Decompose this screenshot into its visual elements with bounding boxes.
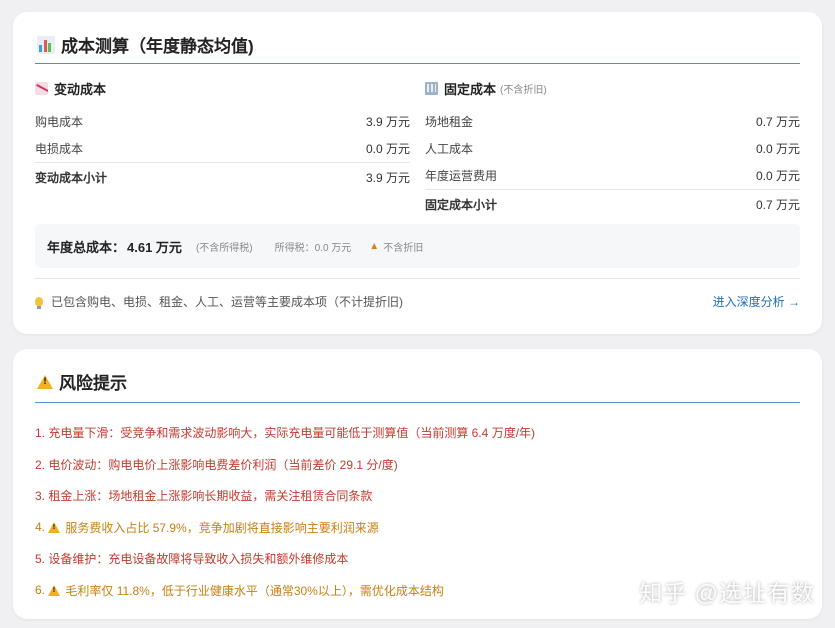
cost-card: 成本测算（年度静态均值) 变动成本 购电成本 3.9 万元 电损成本 0.0 万… <box>13 12 822 334</box>
risk-card-title-text: 风险提示 <box>59 374 127 393</box>
fixed-cost-section: 固定成本 (不含折旧) 场地租金 0.7 万元 人工成本 0.0 万元 年度运营… <box>425 79 800 218</box>
trend-down-icon <box>35 81 48 95</box>
warning-icon <box>48 584 61 596</box>
lightbulb-icon <box>35 296 43 309</box>
risk-item: 5. 设备维护：充电设备故障将导致收入损失和额外维修成本 <box>35 552 349 567</box>
title-divider <box>35 63 800 64</box>
risk-item: 2. 电价波动：购电电价上涨影响电费差价利润（当前差价 29.1 分/度) <box>35 457 398 472</box>
no-depreciation-note: 不含折旧 <box>383 242 424 254</box>
warning-icon <box>48 521 61 533</box>
warning-icon <box>37 374 53 389</box>
risk-item: 3. 租金上涨：场地租金上涨影响长期收益，需关注租赁合同条款 <box>35 489 373 504</box>
risk-card-title: 风险提示 <box>37 369 127 394</box>
variable-cost-heading: 变动成本 <box>35 79 410 97</box>
cost-row: 电损成本 0.0 万元 <box>35 142 410 156</box>
building-icon <box>425 81 438 95</box>
excl-tax-note: (不含所得税) <box>195 242 253 254</box>
cost-row: 购电成本 3.9 万元 <box>35 115 410 129</box>
risk-item: 4. 服务费收入占比 57.9%，竞争加剧将直接影响主要利润来源 <box>35 512 805 544</box>
fixed-cost-heading: 固定成本 (不含折旧) <box>425 79 800 97</box>
footer-divider <box>35 278 800 279</box>
cost-card-title-text: 成本测算（年度静态均值) <box>61 37 254 56</box>
total-cost-value: 4.61 万元 <box>127 239 182 255</box>
cost-row: 人工成本 0.0 万元 <box>425 142 800 156</box>
cost-card-title: 成本测算（年度静态均值) <box>37 32 254 57</box>
fixed-cost-note: (不含折旧) <box>500 84 547 96</box>
deep-analysis-link[interactable]: 进入深度分析 → <box>713 293 800 310</box>
title-divider <box>35 402 800 403</box>
total-cost-label: 年度总成本： <box>47 239 126 255</box>
footer-hint: 已包含购电、电损、租金、人工、运营等主要成本项（不计提折旧) <box>35 293 403 310</box>
income-tax-text: 所得税：0.0 万元 <box>274 242 352 254</box>
cost-card-footer: 已包含购电、电损、租金、人工、运营等主要成本项（不计提折旧) 进入深度分析 → <box>35 292 800 310</box>
bar-chart-icon <box>37 35 55 54</box>
cost-row: 年度运营费用 0.0 万元 <box>425 169 800 183</box>
variable-cost-section: 变动成本 购电成本 3.9 万元 电损成本 0.0 万元 变动成本小计 3.9 … <box>35 79 410 191</box>
watermark: 知乎 @选址有数 <box>639 580 815 606</box>
fixed-subtotal-row: 固定成本小计 0.7 万元 <box>425 189 800 218</box>
total-cost-summary: 年度总成本： 4.61 万元 (不含所得税) 所得税：0.0 万元 ▲ 不含折旧 <box>35 224 800 268</box>
flame-icon: ▲ <box>369 240 380 252</box>
cost-row: 场地租金 0.7 万元 <box>425 115 800 129</box>
variable-subtotal-row: 变动成本小计 3.9 万元 <box>35 162 410 191</box>
risk-item: 1. 充电量下滑：受竞争和需求波动影响大，实际充电量可能低于测算值（当前测算 6… <box>35 426 536 441</box>
